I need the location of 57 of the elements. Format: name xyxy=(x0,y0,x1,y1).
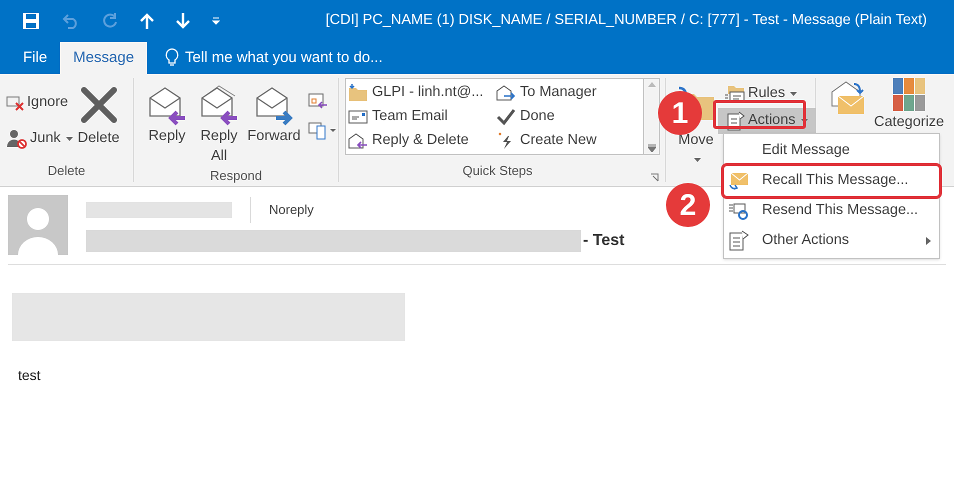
lightbulb-icon xyxy=(165,48,180,68)
save-icon[interactable] xyxy=(22,12,40,30)
checkmark-icon xyxy=(496,108,516,126)
group-label: Respond xyxy=(208,167,264,185)
menu-item[interactable]: Resend This Message... xyxy=(724,196,939,226)
document-list-icon xyxy=(728,230,750,252)
rules-button[interactable]: Rules xyxy=(724,82,816,106)
ribbon-tab[interactable]: File xyxy=(10,42,60,74)
group-label: Delete xyxy=(46,162,86,180)
down-arrow-icon[interactable] xyxy=(176,13,190,29)
ignore-button[interactable]: Ignore xyxy=(6,92,73,114)
subject-text: - Test xyxy=(583,231,624,251)
envelope-icon xyxy=(348,109,368,125)
customize-caret-icon[interactable] xyxy=(212,17,220,25)
tell-me-field[interactable]: Tell me what you want to do... xyxy=(165,42,383,74)
forward-button[interactable]: Forward xyxy=(246,84,302,166)
caret-icon xyxy=(790,92,798,96)
quick-step-item[interactable]: Team Email xyxy=(348,105,496,129)
gallery-expand-icon[interactable] xyxy=(648,144,656,152)
dialog-launcher-icon[interactable] xyxy=(650,173,659,182)
menu-item[interactable]: Other Actions xyxy=(724,226,939,256)
document-list-icon xyxy=(726,111,746,131)
up-arrow-icon[interactable] xyxy=(140,13,154,29)
sender-name: Noreply xyxy=(269,201,314,220)
reply-all-button[interactable]: Reply All xyxy=(194,84,244,166)
menu-item[interactable]: Edit Message xyxy=(724,136,939,166)
ignore-icon xyxy=(6,94,26,112)
caret-icon xyxy=(66,136,73,141)
calendar-reply-icon[interactable] xyxy=(308,92,328,110)
caret-icon xyxy=(694,158,701,162)
reply-button[interactable]: Reply xyxy=(142,84,192,166)
quick-step-item[interactable]: Reply & Delete xyxy=(348,129,496,153)
group-label: Quick Steps xyxy=(461,162,534,180)
envelope-arrow-icon xyxy=(728,171,750,191)
close-icon xyxy=(78,86,119,124)
junk-button[interactable]: Junk xyxy=(6,128,73,150)
envelope-arrow-icon xyxy=(348,132,368,150)
caret-icon xyxy=(800,119,808,123)
envelope-arrow-icon xyxy=(496,84,516,102)
window-title: [CDI] PC_NAME (1) DISK_NAME / SERIAL_NUMBER / C: [777] - Test - Message (Plain Text) xyxy=(326,11,927,30)
step-number-badge: 2 xyxy=(666,183,710,227)
person-block-icon xyxy=(6,128,28,149)
quick-step-item[interactable]: GLPI - linh.nt@... xyxy=(348,81,496,105)
message-body: test xyxy=(18,366,42,385)
color-grid-icon xyxy=(893,78,926,112)
delete-button[interactable]: Delete xyxy=(78,86,120,160)
ribbon-tab[interactable]: Message xyxy=(60,42,148,74)
quick-step-item[interactable]: Done xyxy=(496,105,641,129)
folder-icon xyxy=(348,84,368,102)
menu-item[interactable]: Recall This Message... xyxy=(724,166,939,196)
more-respond-icon[interactable] xyxy=(308,120,336,140)
submenu-arrow-icon xyxy=(926,237,931,245)
quick-step-item[interactable]: Create New xyxy=(496,129,641,153)
envelope-refresh-icon xyxy=(728,201,750,221)
avatar-placeholder xyxy=(8,195,68,255)
envelope-arrow-icon xyxy=(199,84,239,126)
quick-step-item[interactable]: To Manager xyxy=(496,81,641,105)
